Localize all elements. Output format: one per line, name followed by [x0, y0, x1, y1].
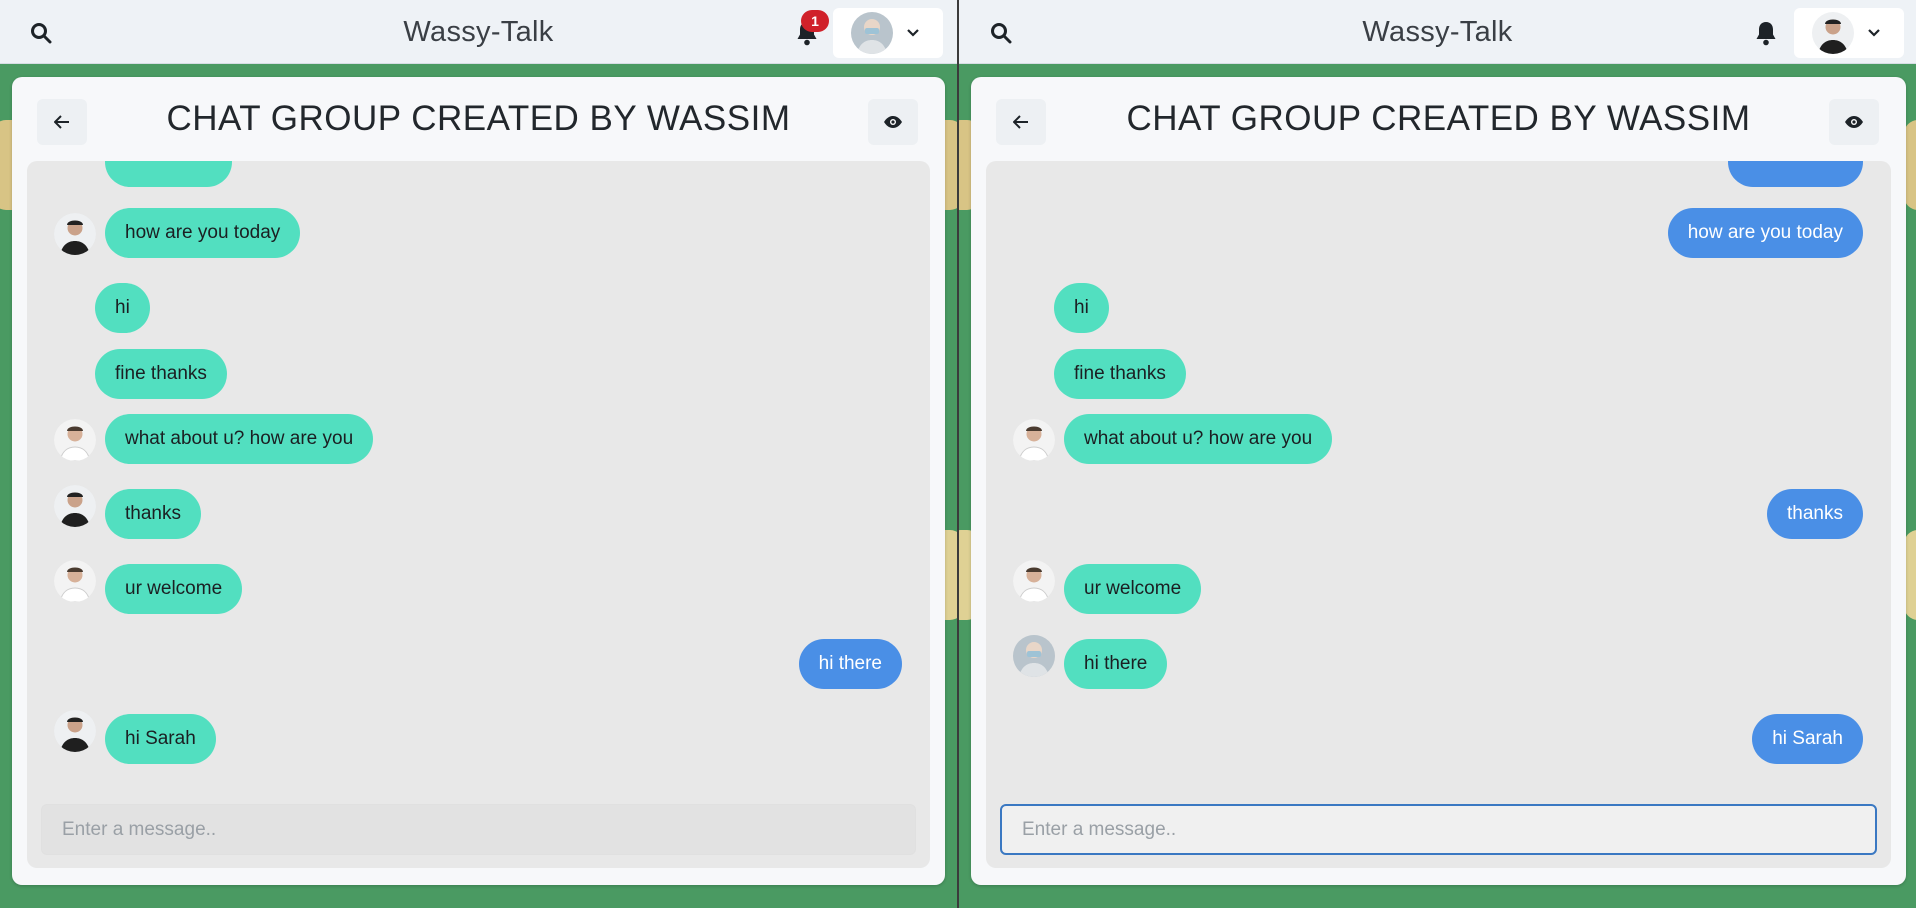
- message-bubble-partial: [105, 161, 232, 187]
- message-bubble: how are you today: [105, 208, 301, 258]
- message-input[interactable]: [41, 804, 916, 855]
- message-input[interactable]: [1000, 804, 1877, 855]
- message-bubble: fine thanks: [95, 349, 227, 399]
- message-bubble: what about u? how are you: [1064, 414, 1333, 464]
- avatar: [54, 710, 96, 752]
- chat-header: CHAT GROUP CREATED BY WASSIM: [12, 77, 945, 159]
- eye-icon: [1845, 116, 1863, 128]
- message-bubble: hi Sarah: [105, 714, 216, 764]
- avatar: [54, 419, 96, 461]
- message-bubble: ur welcome: [1064, 564, 1202, 614]
- message-bubble-own: hi Sarah: [1752, 714, 1863, 764]
- message-bubble-own: hi there: [798, 639, 902, 689]
- chevron-down-icon: [907, 24, 919, 42]
- avatar: [54, 213, 96, 255]
- group-title: CHAT GROUP CREATED BY WASSIM: [166, 99, 791, 138]
- top-navbar: Wassy-Talk 1: [0, 0, 957, 64]
- view-group-button[interactable]: [868, 99, 918, 145]
- message-bubble: what about u? how are you: [105, 414, 374, 464]
- message-list: how are you today hi fine thanks what ab…: [27, 161, 930, 781]
- profile-menu[interactable]: [833, 8, 943, 58]
- view-group-button[interactable]: [1829, 99, 1879, 145]
- chat-header: CHAT GROUP CREATED BY WASSIM: [971, 77, 1906, 159]
- message-bubble: hi: [95, 283, 150, 333]
- message-bubble: hi there: [1064, 639, 1168, 689]
- avatar: [1013, 635, 1055, 677]
- eye-icon: [884, 116, 902, 128]
- avatar: [54, 560, 96, 602]
- message-bubble: hi: [1054, 283, 1109, 333]
- messages-area[interactable]: how are you today hi fine thanks what ab…: [986, 161, 1891, 868]
- message-bubble: thanks: [105, 489, 201, 539]
- bell-icon[interactable]: [1752, 19, 1780, 47]
- messages-area[interactable]: how are you today hi fine thanks what ab…: [27, 161, 930, 868]
- left-chat-window: Wassy-Talk 1 CHAT GROUP CREATED BY WASSI…: [0, 0, 957, 908]
- message-bubble-own: how are you today: [1667, 208, 1863, 258]
- message-bubble-partial: [1728, 161, 1863, 187]
- right-chat-window: Wassy-Talk CHAT GROUP CREATED BY WASSIM: [959, 0, 1916, 908]
- top-navbar: Wassy-Talk: [959, 0, 1916, 64]
- avatar: [54, 485, 96, 527]
- chat-card: CHAT GROUP CREATED BY WASSIM how are you…: [12, 77, 945, 885]
- avatar: [1812, 12, 1854, 54]
- group-title: CHAT GROUP CREATED BY WASSIM: [1126, 99, 1751, 138]
- avatar: [851, 12, 893, 54]
- message-bubble: ur welcome: [105, 564, 243, 614]
- avatar: [1013, 560, 1055, 602]
- notification-badge: 1: [801, 10, 829, 32]
- message-list: how are you today hi fine thanks what ab…: [986, 161, 1891, 781]
- message-input-row: [1000, 804, 1877, 855]
- chevron-down-icon: [1868, 24, 1880, 42]
- profile-menu[interactable]: [1794, 8, 1904, 58]
- chat-card: CHAT GROUP CREATED BY WASSIM how are you…: [971, 77, 1906, 885]
- message-bubble: fine thanks: [1054, 349, 1186, 399]
- avatar: [1013, 419, 1055, 461]
- message-input-row: [41, 804, 916, 855]
- message-bubble-own: thanks: [1767, 489, 1863, 539]
